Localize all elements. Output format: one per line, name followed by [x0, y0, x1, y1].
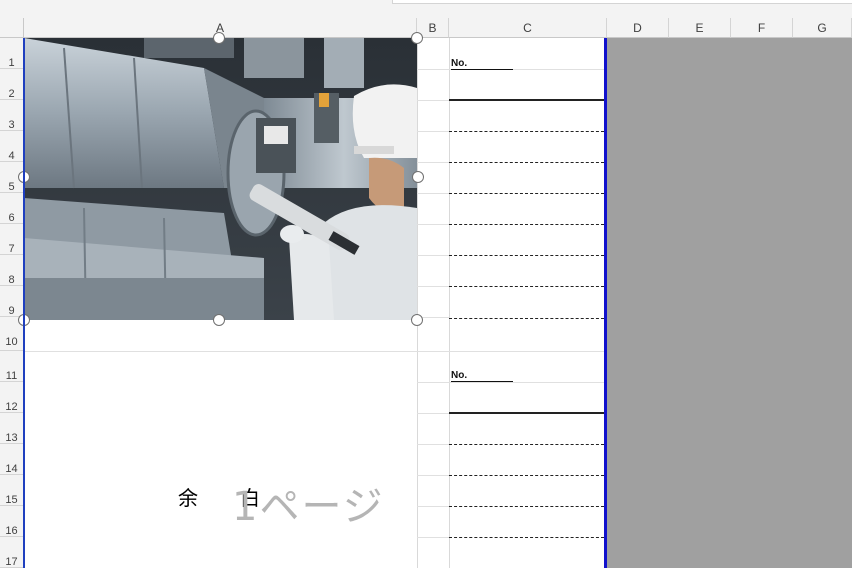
underline-solid: [449, 99, 604, 101]
resize-handle-right[interactable]: [412, 171, 424, 183]
row-header-16[interactable]: 16: [0, 506, 24, 537]
gridline: [417, 100, 449, 101]
page-break-left: [23, 38, 25, 568]
column-header-g[interactable]: G: [793, 18, 852, 38]
page-break-right[interactable]: [604, 38, 607, 568]
column-header-e[interactable]: E: [669, 18, 731, 38]
page-number-watermark: 1ページ: [232, 484, 385, 530]
row-header-8[interactable]: 8: [0, 255, 24, 286]
gridline: [417, 537, 449, 538]
dotted-line: [449, 286, 604, 287]
duct-worker-image: [24, 38, 417, 320]
resize-handle-top[interactable]: [213, 32, 225, 44]
gridline: [417, 131, 449, 132]
dotted-line: [449, 475, 604, 476]
gridline: [417, 413, 449, 414]
row-header-1[interactable]: 1: [0, 38, 24, 69]
row-header-6[interactable]: 6: [0, 193, 24, 224]
dotted-line: [449, 224, 604, 225]
gridline-ab: [417, 38, 418, 568]
number-label-2: No.: [451, 370, 513, 382]
dotted-line: [449, 255, 604, 256]
dotted-line: [449, 444, 604, 445]
dotted-line: [449, 162, 604, 163]
outside-print-area[interactable]: [607, 38, 852, 568]
formula-bar-input[interactable]: [392, 0, 852, 4]
number-label-1: No.: [451, 58, 513, 70]
row-header-17[interactable]: 17: [0, 537, 24, 568]
column-header-d[interactable]: D: [607, 18, 669, 38]
gridline: [417, 162, 449, 163]
blank-char-1: 余: [178, 486, 198, 510]
dotted-line: [449, 318, 604, 319]
row-header-14[interactable]: 14: [0, 444, 24, 475]
dotted-line: [449, 131, 604, 132]
row-header-12[interactable]: 12: [0, 382, 24, 413]
gridline: [417, 382, 605, 383]
row-header-13[interactable]: 13: [0, 413, 24, 444]
column-header-f[interactable]: F: [731, 18, 793, 38]
gridline: [417, 444, 449, 445]
resize-handle-bottom[interactable]: [213, 314, 225, 326]
dotted-line: [449, 506, 604, 507]
gridline: [417, 506, 449, 507]
row-header-4[interactable]: 4: [0, 131, 24, 162]
inserted-photo[interactable]: [24, 38, 417, 320]
row-header-9[interactable]: 9: [0, 286, 24, 317]
gridline: [417, 193, 449, 194]
formula-bar-area: [0, 0, 852, 18]
select-all-corner[interactable]: [0, 18, 24, 38]
column-header-c[interactable]: C: [449, 18, 607, 38]
resize-handle-bottom-right[interactable]: [411, 314, 423, 326]
row-header-7[interactable]: 7: [0, 224, 24, 255]
resize-handle-top-right[interactable]: [411, 32, 423, 44]
row-header-2[interactable]: 2: [0, 69, 24, 100]
underline-solid: [449, 412, 604, 414]
gridline: [417, 255, 449, 256]
row-header-15[interactable]: 15: [0, 475, 24, 506]
row-header-11[interactable]: 11: [0, 351, 24, 382]
dotted-line: [449, 537, 604, 538]
gridline: [24, 351, 605, 352]
gridline: [417, 286, 449, 287]
dotted-line: [449, 193, 604, 194]
gridline: [417, 224, 449, 225]
row-header-3[interactable]: 3: [0, 100, 24, 131]
gridline-bc: [449, 38, 450, 568]
gridline: [417, 475, 449, 476]
